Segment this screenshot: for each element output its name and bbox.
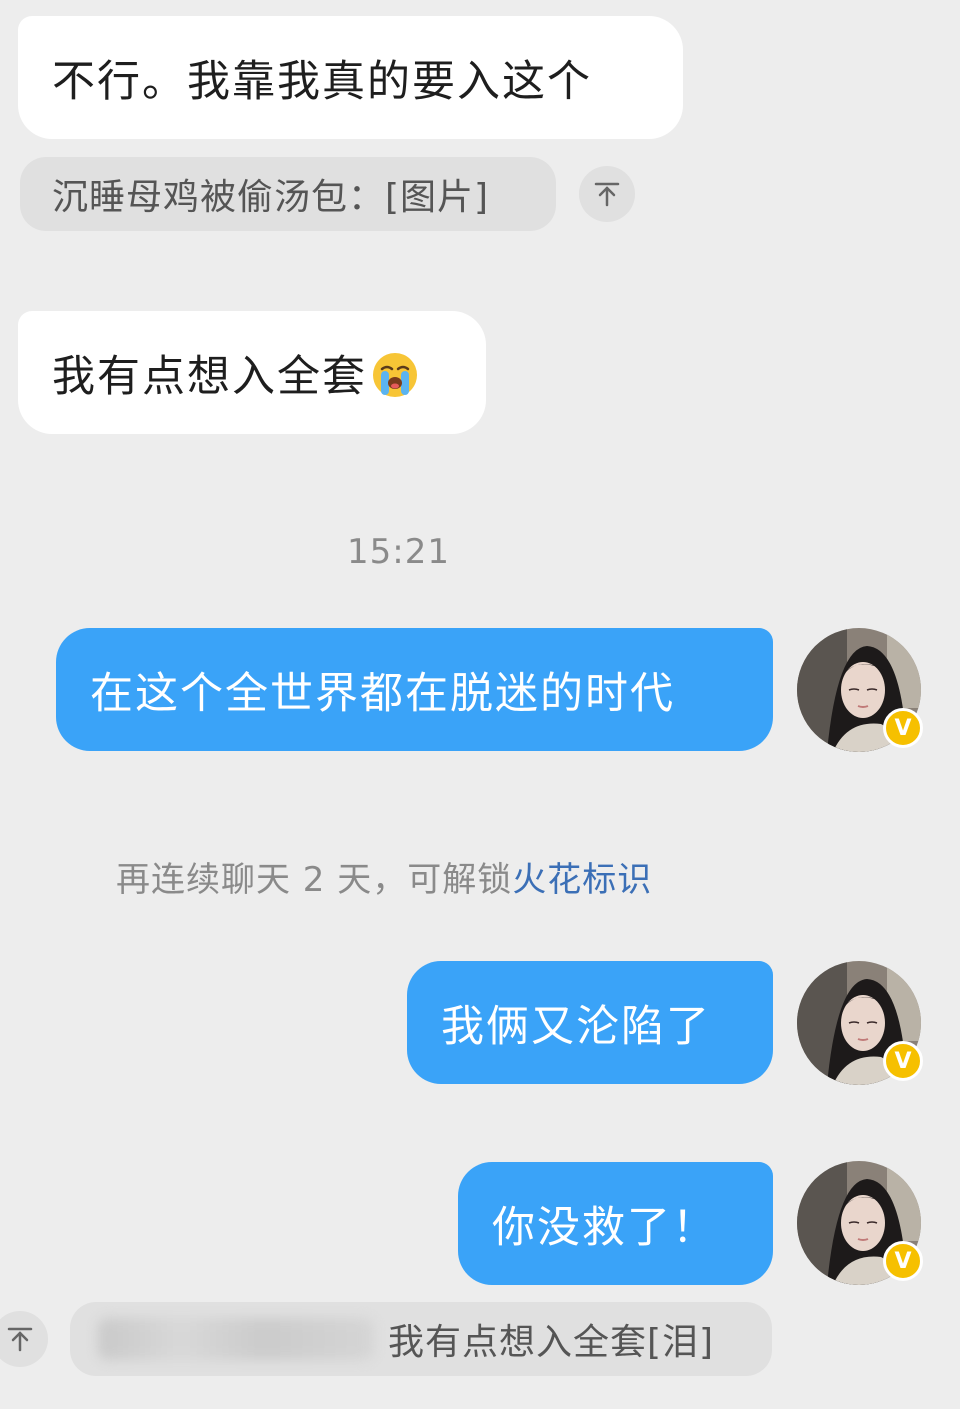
verified-badge-icon: V: [883, 1241, 923, 1281]
outgoing-message-bubble[interactable]: 你没救了！: [458, 1162, 773, 1285]
verified-badge-icon: V: [883, 1041, 923, 1081]
outgoing-message-bubble[interactable]: 我俩又沦陷了: [407, 961, 773, 1084]
chat-timestamp: 15:21: [347, 532, 450, 572]
quoted-reply-bubble[interactable]: 我有点想入全套[泪]: [70, 1302, 772, 1376]
spark-badge-link[interactable]: 火花标识: [512, 860, 652, 900]
redacted-name: [98, 1318, 374, 1360]
quote-jump-arrow-icon[interactable]: [579, 166, 635, 222]
system-notice: 再连续聊天 2 天，可解锁火花标识: [116, 852, 652, 901]
message-text: 不行。我靠我真的要入这个: [52, 56, 592, 107]
quote-jump-arrow-icon[interactable]: [0, 1311, 48, 1367]
system-notice-text: 再连续聊天 2 天，可解锁: [116, 860, 513, 900]
avatar[interactable]: V: [797, 961, 923, 1085]
verified-badge-icon: V: [883, 708, 923, 748]
message-text: 我有点想入全套: [52, 351, 367, 402]
outgoing-message-bubble[interactable]: 在这个全世界都在脱迷的时代: [56, 628, 773, 751]
badge-letter: V: [894, 1248, 912, 1274]
message-text: 我俩又沦陷了: [441, 1001, 711, 1052]
quoted-reply-bubble[interactable]: 沉睡母鸡被偷汤包：[图片]: [20, 157, 556, 231]
incoming-message-bubble[interactable]: 不行。我靠我真的要入这个: [18, 16, 683, 139]
badge-letter: V: [894, 1048, 912, 1074]
loudly-crying-face-icon: [371, 351, 419, 399]
avatar[interactable]: V: [797, 1161, 923, 1285]
quoted-reply-text: 沉睡母鸡被偷汤包：[图片]: [52, 177, 490, 218]
message-text: 在这个全世界都在脱迷的时代: [90, 668, 675, 719]
message-text: 你没救了！: [492, 1202, 717, 1253]
incoming-message-bubble[interactable]: 我有点想入全套: [18, 311, 486, 434]
badge-letter: V: [894, 715, 912, 741]
avatar[interactable]: V: [797, 628, 923, 752]
quoted-reply-text: 我有点想入全套[泪]: [388, 1322, 715, 1363]
